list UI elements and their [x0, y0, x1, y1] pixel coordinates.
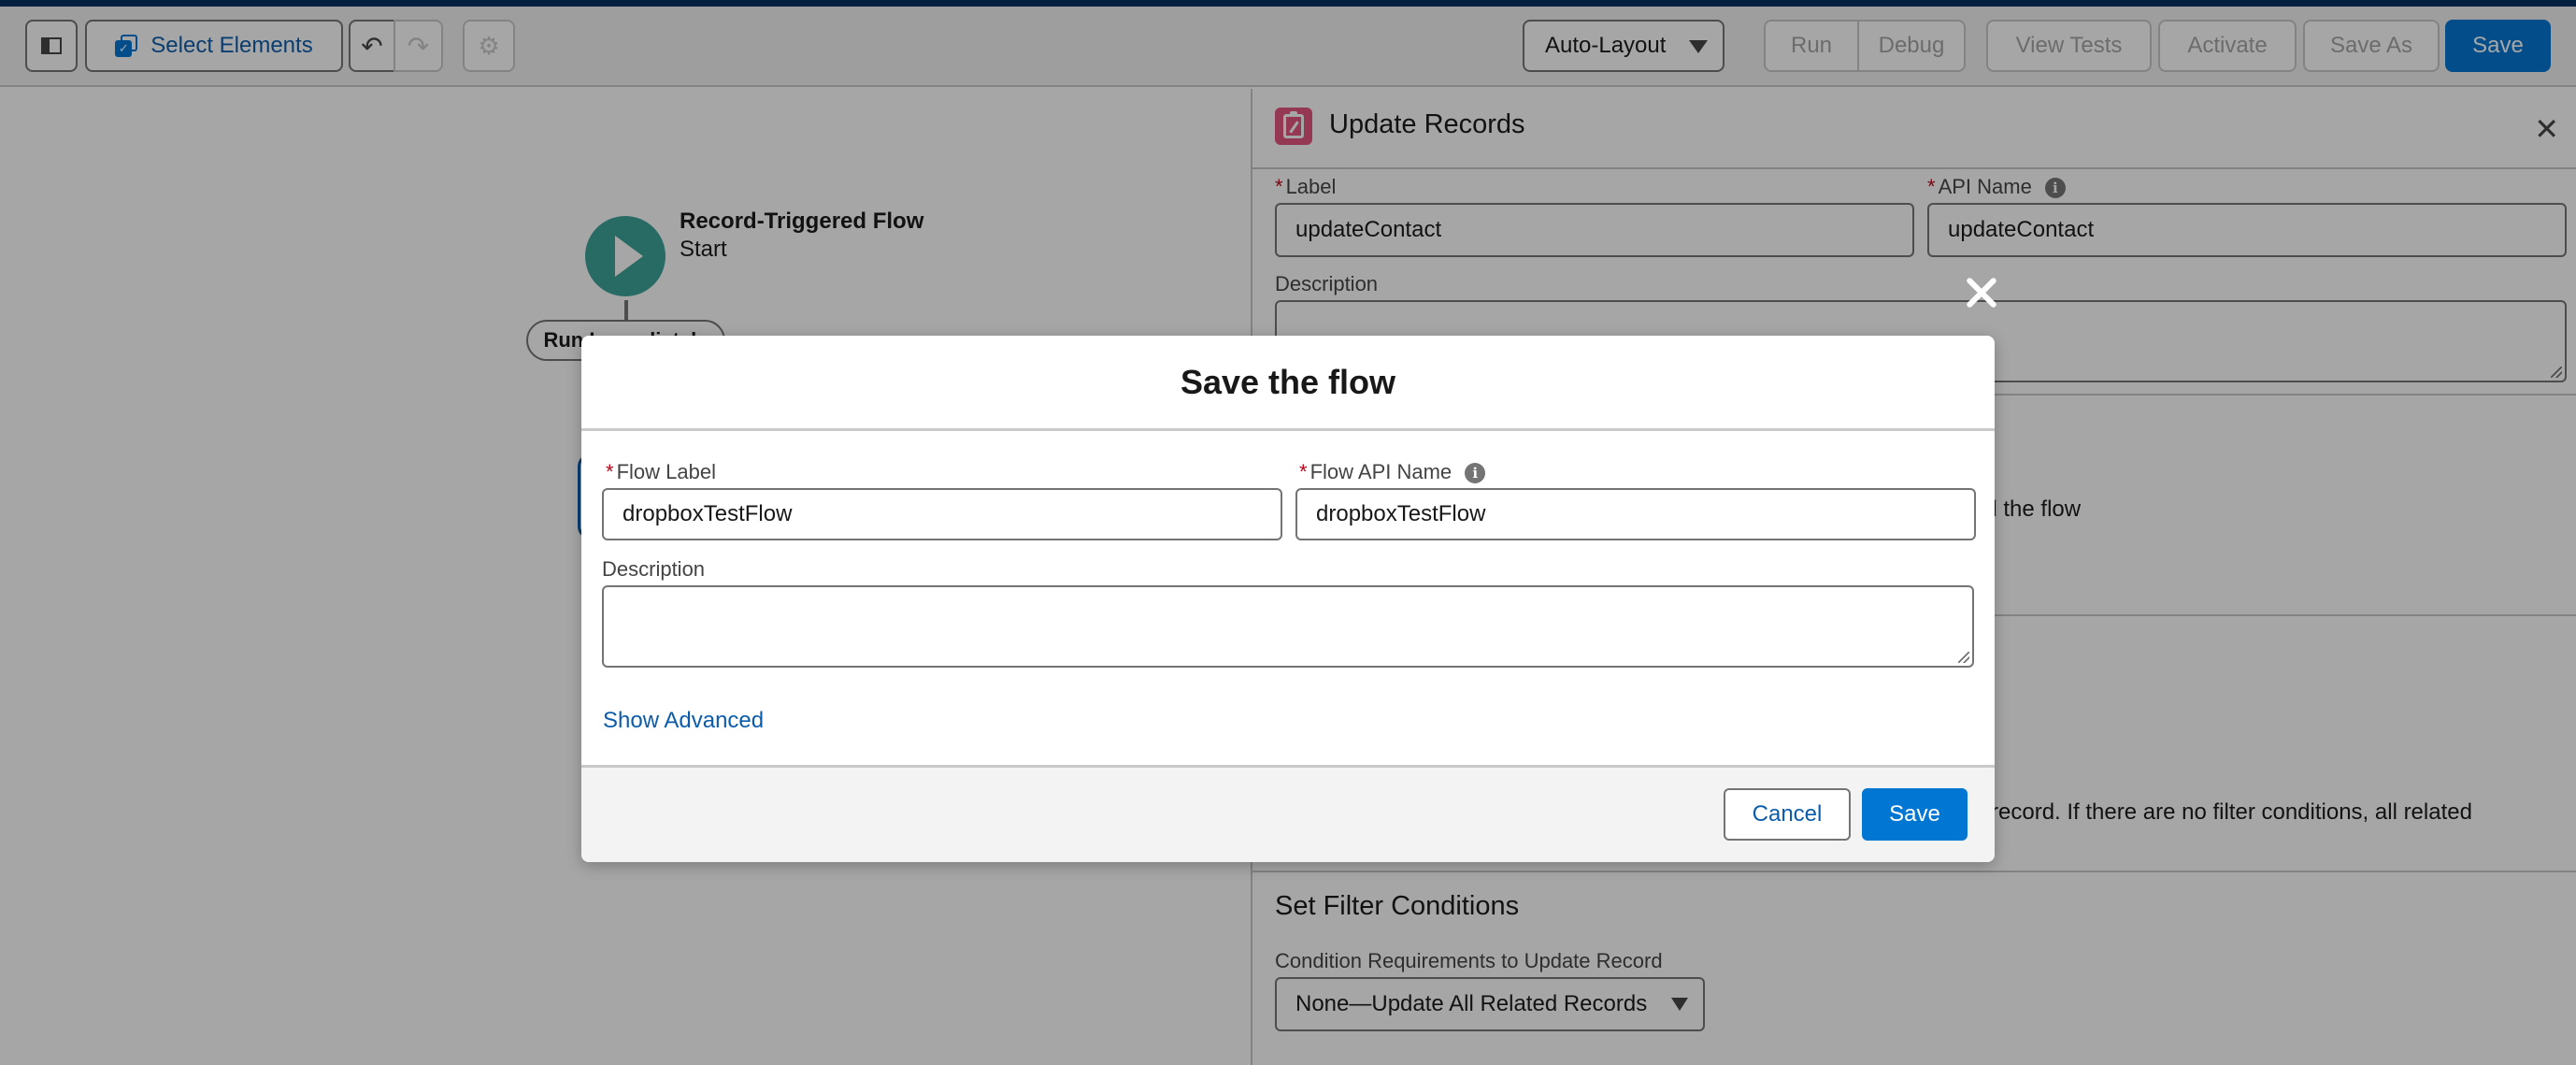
description-textarea[interactable]: [602, 585, 1974, 668]
required-marker: *: [1299, 460, 1308, 483]
info-icon[interactable]: i: [1465, 463, 1486, 484]
modal-title: Save the flow: [1180, 362, 1396, 401]
flow-api-name-input[interactable]: dropboxTestFlow: [1295, 488, 1976, 540]
resize-grip-icon[interactable]: [1958, 652, 1969, 663]
flow-api-name-field-label: * Flow API Name i: [1299, 460, 1486, 484]
description-label: Description: [602, 557, 706, 581]
modal-close-icon[interactable]: [1963, 273, 2000, 310]
cancel-button[interactable]: Cancel: [1724, 788, 1851, 841]
modal-footer: Cancel Save: [581, 765, 1995, 862]
flow-label-field-label: * Flow Label: [606, 460, 716, 483]
modal-header: Save the flow: [581, 336, 1995, 431]
required-marker: *: [606, 460, 614, 483]
save-flow-modal: Save the flow * Flow Label dropboxTestFlo…: [581, 336, 1995, 862]
flow-label-input[interactable]: dropboxTestFlow: [602, 488, 1282, 540]
save-button[interactable]: Save: [1862, 788, 1968, 841]
show-advanced-link[interactable]: Show Advanced: [603, 708, 764, 734]
